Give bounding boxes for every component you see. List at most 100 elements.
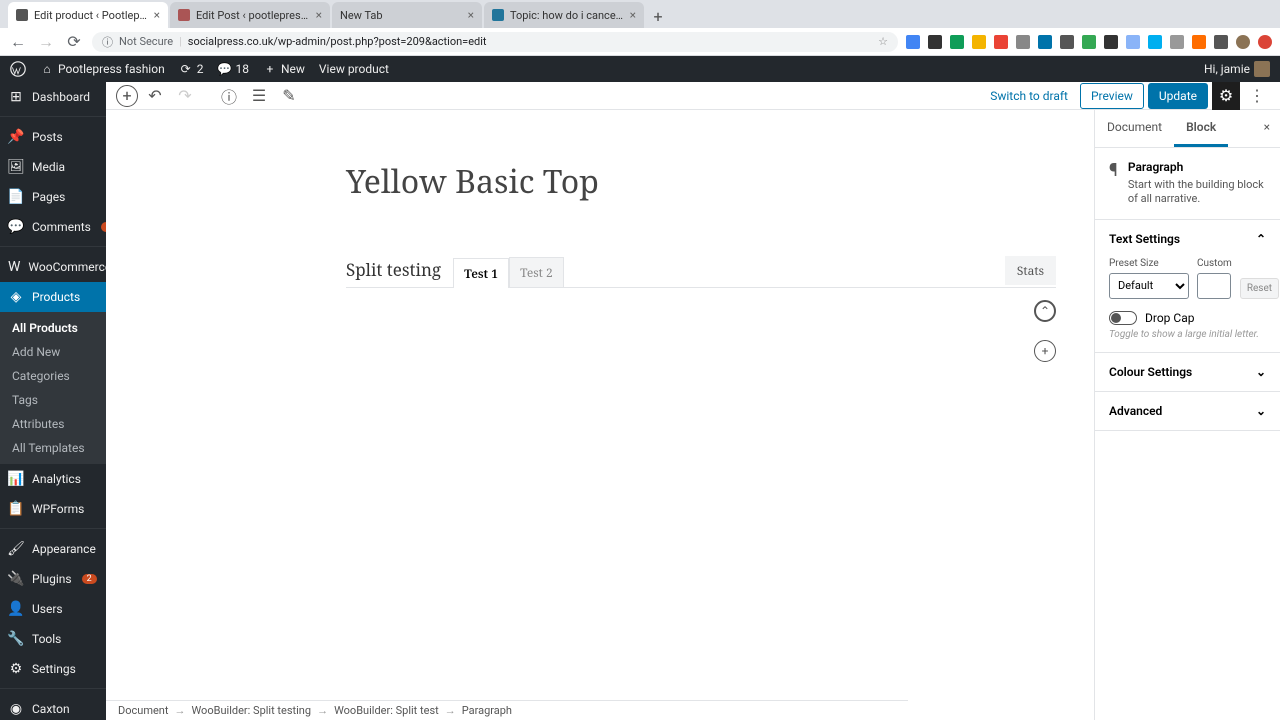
menu-wpforms[interactable]: 📋WPForms xyxy=(0,494,106,524)
tab-test-2[interactable]: Test 2 xyxy=(509,257,564,287)
browser-tab[interactable]: Topic: how do i cancel a file u… × xyxy=(484,2,644,28)
menu-media[interactable]: 🖼Media xyxy=(0,152,106,182)
star-icon[interactable]: ☆ xyxy=(878,35,888,48)
advanced-toggle[interactable]: Advanced ⌄ xyxy=(1095,392,1280,430)
add-block-inline-button[interactable]: + xyxy=(1034,340,1056,362)
settings-toggle-button[interactable]: ⚙ xyxy=(1212,82,1240,110)
updates-icon: ⟳ xyxy=(179,62,193,76)
close-icon[interactable]: × xyxy=(154,8,160,22)
drop-cap-toggle[interactable] xyxy=(1109,311,1137,325)
more-options-button[interactable]: ⋮ xyxy=(1244,83,1270,109)
browser-tab[interactable]: New Tab × xyxy=(332,2,482,28)
breadcrumb-item[interactable]: Paragraph xyxy=(462,704,512,717)
updates-link[interactable]: ⟳2 xyxy=(179,62,204,76)
ext-icon[interactable] xyxy=(906,35,920,49)
ext-icon[interactable] xyxy=(1170,35,1184,49)
submenu-tags[interactable]: Tags xyxy=(0,388,106,412)
menu-settings[interactable]: ⚙Settings xyxy=(0,654,106,684)
forward-button[interactable]: → xyxy=(36,32,56,52)
info-button[interactable]: ⓘ xyxy=(216,83,242,109)
ext-icon[interactable] xyxy=(1104,35,1118,49)
preset-size-select[interactable]: Default xyxy=(1109,273,1189,299)
page-icon: 📄 xyxy=(8,189,24,205)
user-greeting[interactable]: Hi, jamie xyxy=(1204,61,1270,77)
browser-tab[interactable]: Edit Post ‹ pootlepress — Wo… × xyxy=(170,2,330,28)
menu-appearance[interactable]: 🖌Appearance xyxy=(0,534,106,564)
undo-button[interactable]: ↶ xyxy=(142,83,168,109)
ext-icon[interactable] xyxy=(1214,35,1228,49)
preview-button[interactable]: Preview xyxy=(1080,83,1144,109)
menu-posts[interactable]: 📌Posts xyxy=(0,122,106,152)
ext-icon[interactable] xyxy=(1192,35,1206,49)
update-button[interactable]: Update xyxy=(1148,83,1208,109)
text-settings-toggle[interactable]: Text Settings ⌃ xyxy=(1095,220,1280,258)
close-icon[interactable]: × xyxy=(468,8,474,22)
colour-settings-toggle[interactable]: Colour Settings ⌄ xyxy=(1095,353,1280,391)
submenu-all-templates[interactable]: All Templates xyxy=(0,436,106,460)
ext-icon[interactable] xyxy=(1258,35,1272,49)
switch-to-draft-button[interactable]: Switch to draft xyxy=(982,85,1076,107)
submenu-categories[interactable]: Categories xyxy=(0,364,106,388)
woo-icon: W xyxy=(8,259,20,275)
ext-icon[interactable] xyxy=(1148,35,1162,49)
submenu-attributes[interactable]: Attributes xyxy=(0,412,106,436)
tab-test-1[interactable]: Test 1 xyxy=(453,258,509,288)
edit-button[interactable]: ✎ xyxy=(276,83,302,109)
ext-icon[interactable] xyxy=(972,35,986,49)
reset-button[interactable]: Reset xyxy=(1240,278,1279,299)
custom-size-input[interactable] xyxy=(1197,273,1231,299)
menu-caxton[interactable]: ◉Caxton xyxy=(0,694,106,720)
submenu-add-new[interactable]: Add New xyxy=(0,340,106,364)
outline-button[interactable]: ☰ xyxy=(246,83,272,109)
stats-button[interactable]: Stats xyxy=(1005,256,1056,285)
menu-comments[interactable]: 💬Comments18 xyxy=(0,212,106,242)
add-block-button[interactable]: + xyxy=(116,85,138,107)
breadcrumb-item[interactable]: Document xyxy=(118,704,168,717)
menu-users[interactable]: 👤Users xyxy=(0,594,106,624)
new-content-link[interactable]: +New xyxy=(263,62,305,76)
new-tab-button[interactable]: + xyxy=(646,4,670,28)
comments-link[interactable]: 💬18 xyxy=(217,62,249,76)
caxton-icon: ◉ xyxy=(8,701,24,717)
tab-block[interactable]: Block xyxy=(1174,110,1228,147)
breadcrumb-item[interactable]: WooBuilder: Split testing xyxy=(191,704,311,717)
ext-icon[interactable] xyxy=(1038,35,1052,49)
view-product-link[interactable]: View product xyxy=(319,62,389,76)
redo-button[interactable]: ↷ xyxy=(172,83,198,109)
reload-button[interactable]: ⟳ xyxy=(64,32,84,52)
close-panel-button[interactable]: × xyxy=(1254,110,1280,147)
menu-plugins[interactable]: 🔌Plugins2 xyxy=(0,564,106,594)
ext-icon[interactable] xyxy=(1082,35,1096,49)
menu-tools[interactable]: 🔧Tools xyxy=(0,624,106,654)
badge: 2 xyxy=(82,574,97,584)
browser-nav-bar: ← → ⟳ ⓘ Not Secure | socialpress.co.uk/w… xyxy=(0,28,1280,56)
wp-logo-icon[interactable] xyxy=(10,61,26,77)
menu-dashboard[interactable]: ⊞Dashboard xyxy=(0,82,106,112)
address-bar[interactable]: ⓘ Not Secure | socialpress.co.uk/wp-admi… xyxy=(92,32,898,52)
block-description: Start with the building block of all nar… xyxy=(1128,178,1266,207)
editor-canvas[interactable]: Yellow Basic Top Split testing Test 1 Te… xyxy=(106,110,1094,720)
paragraph-icon: ¶ xyxy=(1109,160,1118,207)
site-name-link[interactable]: ⌂Pootlepress fashion xyxy=(40,62,165,76)
browser-tab[interactable]: Edit product ‹ Pootlepress fas… × xyxy=(8,2,168,28)
menu-analytics[interactable]: 📊Analytics xyxy=(0,464,106,494)
ext-icon[interactable] xyxy=(1060,35,1074,49)
ext-icon[interactable] xyxy=(928,35,942,49)
ext-icon[interactable] xyxy=(1126,35,1140,49)
menu-woocommerce[interactable]: WWooCommerce xyxy=(0,252,106,282)
tab-document[interactable]: Document xyxy=(1095,110,1174,147)
favicon-icon xyxy=(492,9,504,21)
back-button[interactable]: ← xyxy=(8,32,28,52)
breadcrumb-item[interactable]: WooBuilder: Split test xyxy=(334,704,439,717)
profile-avatar-icon[interactable] xyxy=(1236,35,1250,49)
ext-icon[interactable] xyxy=(1016,35,1030,49)
close-icon[interactable]: × xyxy=(630,8,636,22)
menu-pages[interactable]: 📄Pages xyxy=(0,182,106,212)
submenu-all-products[interactable]: All Products xyxy=(0,316,106,340)
block-options-button[interactable]: ⌃ xyxy=(1034,300,1056,322)
menu-products[interactable]: ◈Products xyxy=(0,282,106,312)
close-icon[interactable]: × xyxy=(316,8,322,22)
post-title[interactable]: Yellow Basic Top xyxy=(346,160,1094,203)
ext-icon[interactable] xyxy=(950,35,964,49)
ext-icon[interactable] xyxy=(994,35,1008,49)
